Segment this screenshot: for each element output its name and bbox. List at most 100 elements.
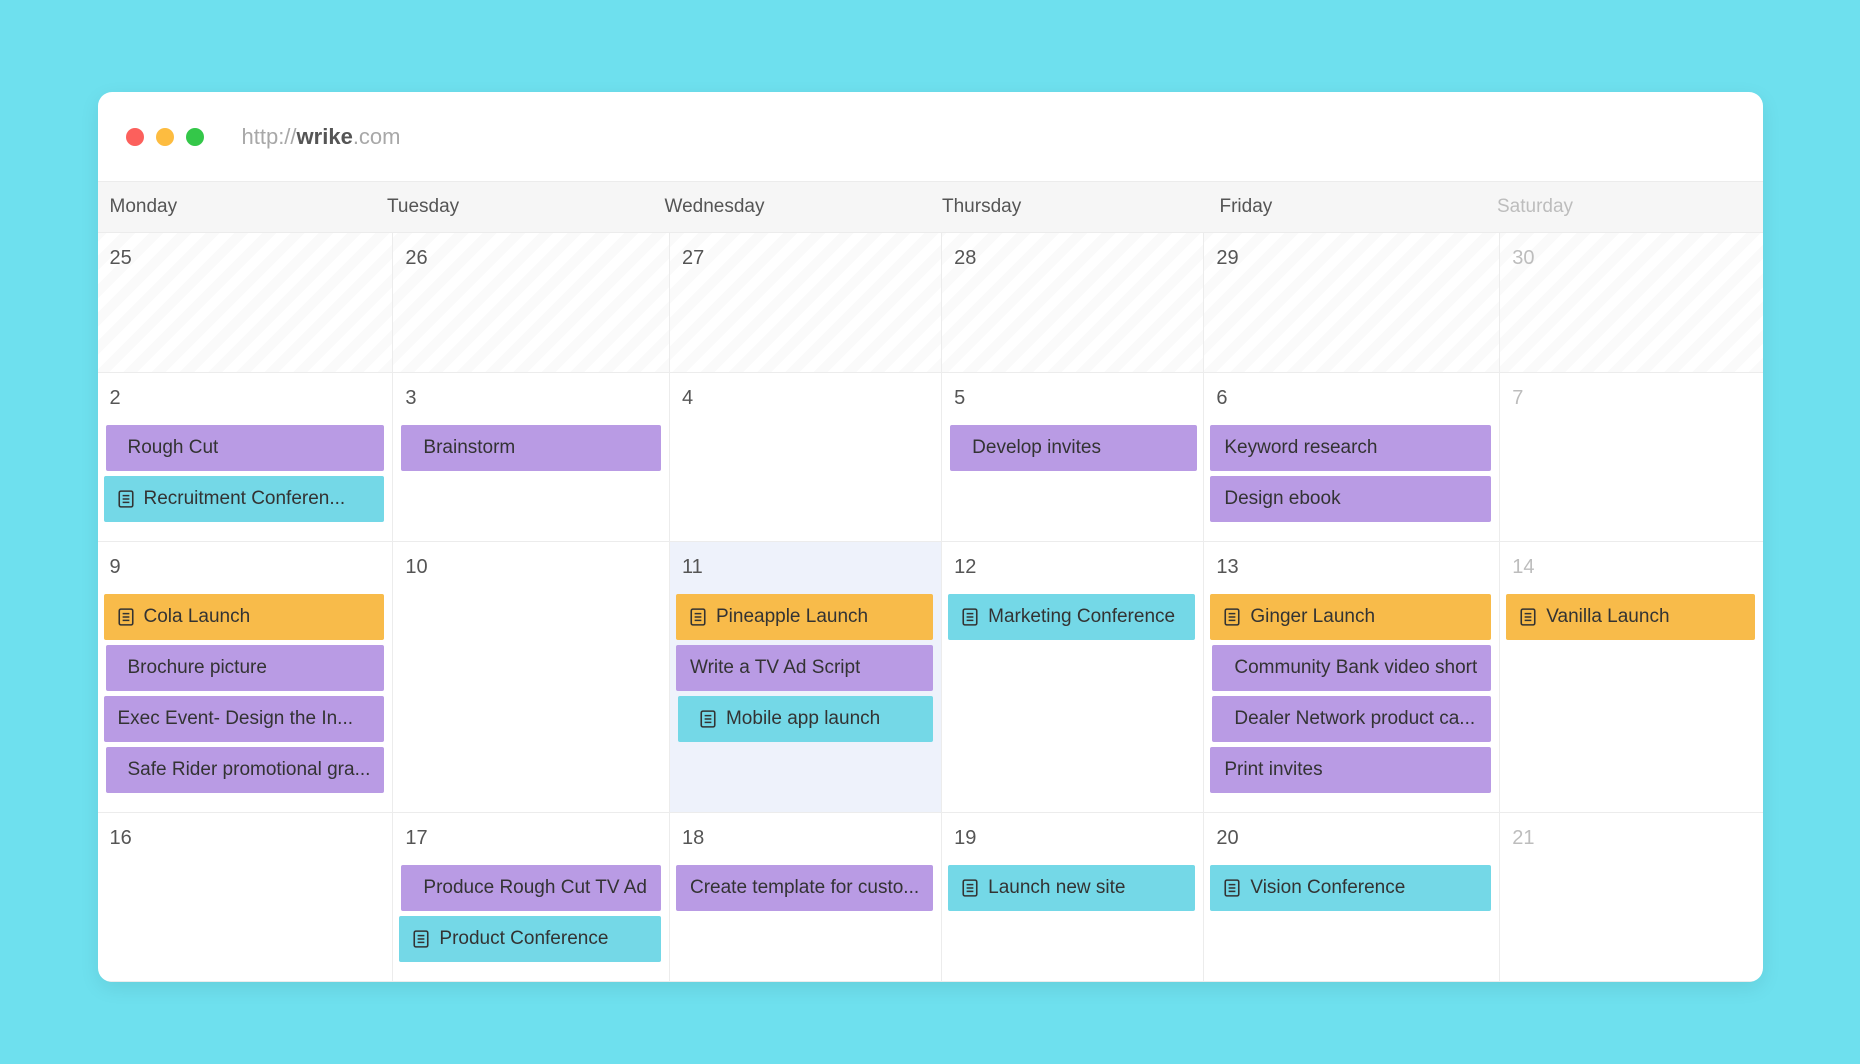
calendar-cell[interactable]: 25 [98, 233, 394, 373]
day-header: Monday [98, 182, 376, 232]
calendar-event[interactable]: Safe Rider promotional gra... [106, 747, 385, 793]
event-label: Pineapple Launch [716, 606, 868, 628]
calendar-event[interactable]: Ginger Launch [1210, 594, 1491, 640]
calendar-cell[interactable]: 30 [1500, 233, 1762, 373]
calendar-cell[interactable]: 14 Vanilla Launch [1500, 542, 1762, 813]
calendar-cell[interactable]: 13 Ginger Launch Community Bank video shor… [1204, 542, 1500, 813]
document-icon [690, 608, 706, 626]
calendar-event[interactable]: Design ebook [1210, 476, 1491, 522]
event-label: Ginger Launch [1250, 606, 1375, 628]
document-icon [1520, 608, 1536, 626]
calendar-event[interactable]: Keyword research [1210, 425, 1491, 471]
calendar-event[interactable]: Vision Conference [1210, 865, 1491, 911]
calendar-cell[interactable]: 3 Brainstorm [393, 373, 670, 542]
date-number: 21 [1506, 821, 1756, 860]
calendar-cell[interactable]: 29 [1204, 233, 1500, 373]
date-number: 28 [948, 241, 1197, 280]
date-number: 30 [1506, 241, 1756, 280]
event-label: Launch new site [988, 877, 1125, 899]
address-bar[interactable]: http://wrike.com [242, 124, 401, 150]
calendar-cell[interactable]: 27 [670, 233, 942, 373]
date-number: 26 [399, 241, 663, 280]
event-label: Develop invites [972, 437, 1101, 459]
event-label: Keyword research [1224, 437, 1377, 459]
calendar-event[interactable]: Exec Event- Design the In... [104, 696, 385, 742]
calendar-event[interactable]: Write a TV Ad Script [676, 645, 933, 691]
date-number: 29 [1210, 241, 1493, 280]
date-number: 25 [104, 241, 387, 280]
event-label: Product Conference [439, 928, 608, 950]
day-header: Friday [1208, 182, 1486, 232]
calendar-cell[interactable]: 6 Keyword research Design ebook [1204, 373, 1500, 542]
date-number: 2 [104, 381, 387, 420]
document-icon [962, 608, 978, 626]
date-number: 20 [1210, 821, 1493, 860]
calendar-event[interactable]: Dealer Network product ca... [1212, 696, 1491, 742]
date-number: 9 [104, 550, 387, 589]
document-icon [962, 879, 978, 897]
document-icon [1224, 608, 1240, 626]
event-label: Brainstorm [423, 437, 515, 459]
url-domain: wrike [297, 124, 353, 149]
date-number: 12 [948, 550, 1197, 589]
event-label: Rough Cut [128, 437, 219, 459]
event-label: Exec Event- Design the In... [118, 708, 354, 730]
calendar-event[interactable]: Develop invites [950, 425, 1197, 471]
calendar-cell[interactable]: 16 [98, 813, 394, 982]
calendar-event[interactable]: Brainstorm [401, 425, 661, 471]
date-number: 3 [399, 381, 663, 420]
calendar-cell[interactable]: 19Launch new site [942, 813, 1204, 982]
calendar-event[interactable]: Marketing Conference [948, 594, 1195, 640]
day-header: Tuesday [375, 182, 653, 232]
date-number: 4 [676, 381, 935, 420]
event-label: Community Bank video short [1234, 657, 1477, 679]
date-number: 27 [676, 241, 935, 280]
document-icon [700, 710, 716, 728]
calendar-event[interactable]: Rough Cut [106, 425, 385, 471]
calendar-cell[interactable]: 9 Cola Launch Brochure picture Exec Event- … [98, 542, 394, 813]
calendar-event[interactable]: Cola Launch [104, 594, 385, 640]
calendar-cell[interactable]: 12 Marketing Conference [942, 542, 1204, 813]
calendar-event[interactable]: Brochure picture [106, 645, 385, 691]
maximize-window-button[interactable] [186, 128, 204, 146]
event-label: Brochure picture [128, 657, 267, 679]
event-label: Dealer Network product ca... [1234, 708, 1475, 730]
calendar-cell[interactable]: 2 Rough Cut Recruitment Conferen... [98, 373, 394, 542]
calendar-event[interactable]: Print invites [1210, 747, 1491, 793]
close-window-button[interactable] [126, 128, 144, 146]
calendar-event[interactable]: Product Conference [399, 916, 661, 962]
calendar-cell[interactable]: 17 Produce Rough Cut TV Ad Product Confere… [393, 813, 670, 982]
calendar-cell[interactable]: 26 [393, 233, 670, 373]
calendar-cell[interactable]: 10 [393, 542, 670, 813]
calendar-event[interactable]: Launch new site [948, 865, 1195, 911]
date-number: 14 [1506, 550, 1756, 589]
event-label: Recruitment Conferen... [144, 488, 346, 510]
calendar-event[interactable]: Mobile app launch [678, 696, 933, 742]
calendar-cell[interactable]: 21 [1500, 813, 1762, 982]
document-icon [1224, 879, 1240, 897]
date-number: 13 [1210, 550, 1493, 589]
calendar-cell[interactable]: 18 Create template for custo... [670, 813, 942, 982]
date-number: 6 [1210, 381, 1493, 420]
calendar-event[interactable]: Recruitment Conferen... [104, 476, 385, 522]
calendar-cell[interactable]: 11 Pineapple Launch Write a TV Ad Script Mo… [670, 542, 942, 813]
minimize-window-button[interactable] [156, 128, 174, 146]
calendar-cell[interactable]: 7 [1500, 373, 1762, 542]
calendar-event[interactable]: Pineapple Launch [676, 594, 933, 640]
calendar-cell[interactable]: 20 Vision Conference [1204, 813, 1500, 982]
date-number: 17 [399, 821, 663, 860]
calendar-event[interactable]: Vanilla Launch [1506, 594, 1754, 640]
date-number: 18 [676, 821, 935, 860]
date-number: 16 [104, 821, 387, 860]
calendar-event[interactable]: Create template for custo... [676, 865, 933, 911]
calendar-event[interactable]: Produce Rough Cut TV Ad [401, 865, 661, 911]
event-label: Design ebook [1224, 488, 1340, 510]
calendar-cell[interactable]: 4 [670, 373, 942, 542]
calendar-cell[interactable]: 28 [942, 233, 1204, 373]
event-label: Cola Launch [144, 606, 251, 628]
calendar-cell[interactable]: 5Develop invites [942, 373, 1204, 542]
date-number: 11 [676, 550, 935, 589]
event-label: Mobile app launch [726, 708, 880, 730]
url-suffix: .com [353, 124, 401, 149]
calendar-event[interactable]: Community Bank video short [1212, 645, 1491, 691]
